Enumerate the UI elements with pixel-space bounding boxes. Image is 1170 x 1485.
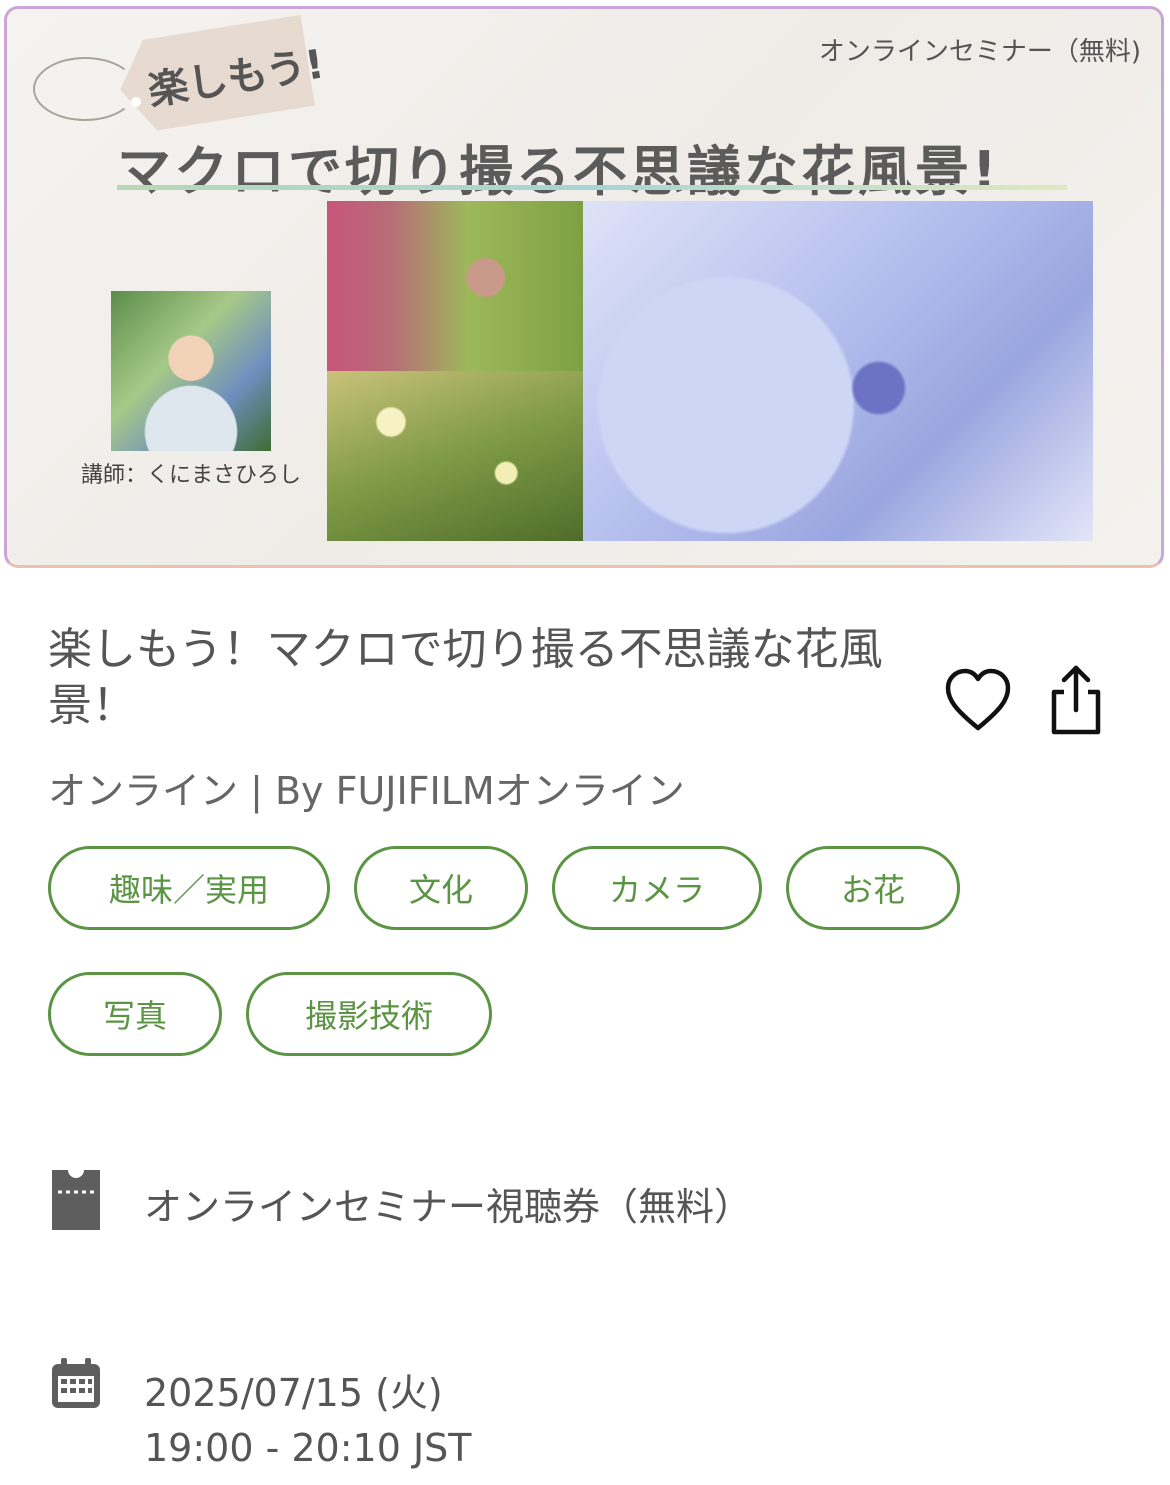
tag-chip[interactable]: お花 xyxy=(786,846,960,930)
tag-hole-decoration xyxy=(131,97,141,107)
tag-chip[interactable]: カメラ xyxy=(552,846,762,930)
ticket-label: オンラインセミナー視聴券（無料） xyxy=(144,1185,753,1229)
tag-chip[interactable]: 趣味／実用 xyxy=(48,846,330,930)
instructor-photo xyxy=(111,291,271,451)
tag-chip[interactable]: 撮影技術 xyxy=(246,972,492,1056)
share-icon[interactable] xyxy=(1044,662,1108,738)
calendar-icon xyxy=(50,1358,102,1414)
banner-title: マクロで切り撮る不思議な花風景! xyxy=(117,140,1000,203)
share-arrow-icon xyxy=(1051,665,1101,735)
banner-underline xyxy=(117,185,1067,190)
event-meta: オンライン | By FUJIFILMオンライン xyxy=(48,769,685,813)
banner-frame: 楽しもう! オンラインセミナー（無料) マクロで切り撮る不思議な花風景! 講師：… xyxy=(4,6,1164,568)
instructor-caption: 講師：くにまさひろし xyxy=(81,463,302,488)
tag-chip[interactable]: 文化 xyxy=(354,846,528,930)
favorite-heart-icon[interactable] xyxy=(942,664,1014,736)
flower-photo-hydrangea xyxy=(583,201,1093,541)
event-title: 楽しもう！マクロで切り撮る不思議な花風景！ xyxy=(48,624,883,731)
ticket-icon xyxy=(50,1168,102,1236)
event-banner: 楽しもう! オンラインセミナー（無料) マクロで切り撮る不思議な花風景! 講師：… xyxy=(0,0,1170,572)
event-time: 19:00 - 20:10 JST xyxy=(144,1426,472,1470)
flower-photo-horsetail xyxy=(327,371,583,541)
flower-photo-bud xyxy=(327,201,583,371)
tag-chip[interactable]: 写真 xyxy=(48,972,222,1056)
event-date: 2025/07/15 (火) xyxy=(144,1371,443,1415)
banner-badge: オンラインセミナー（無料) xyxy=(818,37,1141,67)
heart-icon xyxy=(945,668,1011,731)
